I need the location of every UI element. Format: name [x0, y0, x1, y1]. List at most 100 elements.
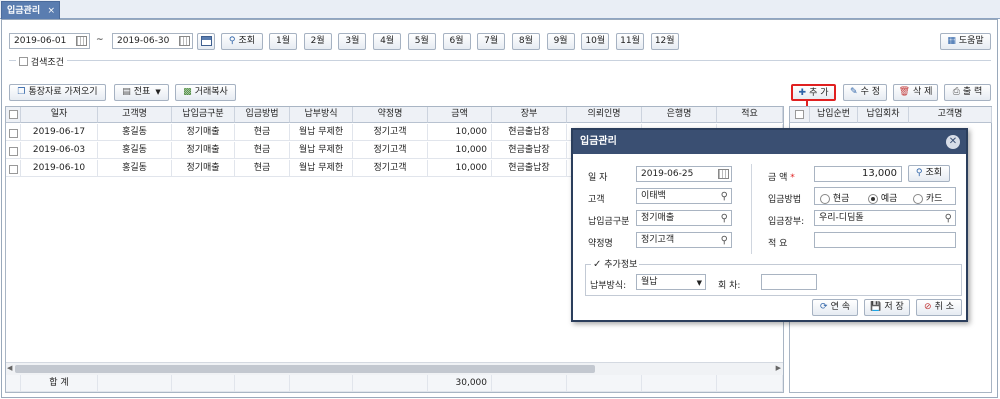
right-column-header[interactable]: 고객명 — [909, 107, 992, 123]
month-button-4[interactable]: 4월 — [373, 33, 402, 50]
amount-input[interactable]: 13,000 — [814, 166, 902, 182]
dialog-close-icon[interactable]: ✕ — [946, 135, 960, 149]
row-select[interactable] — [6, 160, 21, 177]
calendar-icon[interactable] — [718, 169, 729, 179]
radio-cash[interactable] — [820, 193, 830, 204]
row-checkbox[interactable] — [8, 146, 18, 156]
help-button[interactable]: ▦ 도움말 — [940, 33, 991, 50]
table-cell[interactable]: 정기매출 — [172, 160, 235, 177]
checkmark-icon[interactable]: ✓ — [593, 259, 601, 270]
date-from-input[interactable]: 2019-06-01 — [9, 33, 90, 49]
edit-button[interactable]: ✎ 수 정 — [843, 84, 887, 101]
row-checkbox[interactable] — [8, 164, 18, 174]
table-cell[interactable]: 현금출납장 — [492, 142, 567, 159]
column-header[interactable]: 의뢰인명 — [567, 107, 642, 123]
column-header[interactable]: 약정명 — [353, 107, 428, 123]
search-icon[interactable]: ⚲ — [721, 190, 728, 204]
column-header[interactable]: 장부 — [492, 107, 567, 123]
scroll-right-icon[interactable]: ▶ — [776, 364, 781, 372]
calendar-icon[interactable] — [179, 36, 190, 46]
column-header[interactable]: 납입금구분 — [172, 107, 235, 123]
search-condition-checkbox[interactable] — [19, 57, 28, 66]
header-select-all[interactable] — [6, 107, 21, 123]
table-cell[interactable]: 현금 — [235, 142, 290, 159]
column-header[interactable]: 일자 — [21, 107, 98, 123]
table-cell[interactable]: 2019-06-10 — [21, 160, 98, 177]
lookup-button[interactable]: ⚲ 조회 — [908, 165, 950, 182]
scrollbar-thumb[interactable] — [15, 365, 595, 373]
category-input[interactable]: 정기매출 ⚲ — [636, 210, 732, 226]
column-header[interactable]: 고객명 — [98, 107, 172, 123]
table-cell[interactable]: 현금출납장 — [492, 160, 567, 177]
month-button-9[interactable]: 9월 — [546, 33, 575, 50]
month-button-6[interactable]: 6월 — [442, 33, 471, 50]
memo-input[interactable] — [814, 232, 956, 248]
column-header[interactable]: 적요 — [717, 107, 783, 123]
tab-deposit-management[interactable]: 입금관리 × — [1, 1, 60, 19]
customer-input[interactable]: 이태백 ⚲ — [636, 188, 732, 204]
right-header-select[interactable] — [790, 107, 810, 123]
month-button-5[interactable]: 5월 — [407, 33, 436, 50]
column-header[interactable]: 입금방법 — [235, 107, 290, 123]
delete-button[interactable]: 🗑 삭 제 — [893, 84, 938, 101]
row-select[interactable] — [6, 124, 21, 141]
table-cell[interactable]: 10,000 — [428, 142, 492, 159]
method-option-deposit[interactable]: 예금 — [868, 191, 897, 204]
print-button[interactable]: ⎙ 출 력 — [944, 84, 991, 101]
method-option-card[interactable]: 카드 — [913, 191, 942, 204]
slip-dropdown-button[interactable]: ▤ 전표 ▼ — [114, 84, 169, 101]
round-input[interactable] — [761, 274, 817, 290]
radio-deposit[interactable] — [868, 193, 878, 204]
month-button-10[interactable]: 10월 — [581, 33, 610, 50]
month-button-7[interactable]: 7월 — [477, 33, 506, 50]
search-icon[interactable]: ⚲ — [945, 212, 952, 226]
ledger-input[interactable]: 우리-디딤돌 ⚲ — [814, 210, 956, 226]
calendar-picker-button[interactable] — [197, 33, 215, 50]
table-cell[interactable]: 정기고객 — [353, 124, 428, 141]
scroll-left-icon[interactable]: ◀ — [7, 364, 12, 372]
month-button-11[interactable]: 11월 — [616, 33, 644, 50]
table-cell[interactable]: 2019-06-03 — [21, 142, 98, 159]
table-cell[interactable]: 현금 — [235, 160, 290, 177]
radio-card[interactable] — [913, 193, 923, 204]
row-checkbox[interactable] — [8, 128, 18, 138]
month-button-1[interactable]: 1월 — [269, 33, 297, 50]
search-condition-toggle[interactable]: 검색조건 — [16, 55, 67, 68]
method-option-cash[interactable]: 현금 — [820, 191, 849, 204]
table-cell[interactable]: 월납 무제한 — [290, 124, 353, 141]
table-cell[interactable]: 정기고객 — [353, 142, 428, 159]
payment-type-select[interactable]: 월납 ▼ — [636, 274, 706, 290]
select-all-checkbox[interactable] — [8, 110, 18, 119]
table-cell[interactable]: 현금 — [235, 124, 290, 141]
copy-transaction-button[interactable]: ▩ 거래복사 — [175, 84, 236, 101]
right-column-header[interactable]: 납입회차 — [858, 107, 909, 123]
dialog-date-input[interactable]: 2019-06-25 — [636, 166, 732, 182]
contract-input[interactable]: 정기고객 ⚲ — [636, 232, 732, 248]
month-button-2[interactable]: 2월 — [303, 33, 332, 50]
import-bankbook-button[interactable]: ❐ 통장자료 가져오기 — [9, 84, 106, 101]
table-cell[interactable]: 정기매출 — [172, 142, 235, 159]
table-cell[interactable]: 10,000 — [428, 160, 492, 177]
tab-close-icon[interactable]: × — [47, 2, 55, 20]
table-cell[interactable]: 홍길동 — [98, 142, 172, 159]
calendar-icon[interactable] — [76, 36, 87, 46]
right-column-header[interactable]: 납입순번 — [810, 107, 858, 123]
table-cell[interactable]: 2019-06-17 — [21, 124, 98, 141]
table-cell[interactable]: 홍길동 — [98, 160, 172, 177]
table-cell[interactable]: 월납 무제한 — [290, 160, 353, 177]
table-cell[interactable]: 정기매출 — [172, 124, 235, 141]
continue-button[interactable]: ⟳ 연 속 — [812, 299, 858, 316]
table-cell[interactable]: 현금출납장 — [492, 124, 567, 141]
table-cell[interactable]: 홍길동 — [98, 124, 172, 141]
horizontal-scrollbar[interactable]: ◀ ▶ — [6, 362, 783, 375]
row-select[interactable] — [6, 142, 21, 159]
search-button[interactable]: ⚲ 조회 — [221, 33, 263, 50]
cancel-button[interactable]: ⊘ 취 소 — [916, 299, 962, 316]
column-header[interactable]: 은행명 — [642, 107, 717, 123]
date-to-input[interactable]: 2019-06-30 — [112, 33, 193, 49]
month-button-8[interactable]: 8월 — [511, 33, 540, 50]
right-select-all-checkbox[interactable] — [795, 110, 804, 119]
table-cell[interactable]: 월납 무제한 — [290, 142, 353, 159]
table-cell[interactable]: 10,000 — [428, 124, 492, 141]
search-icon[interactable]: ⚲ — [721, 234, 728, 248]
